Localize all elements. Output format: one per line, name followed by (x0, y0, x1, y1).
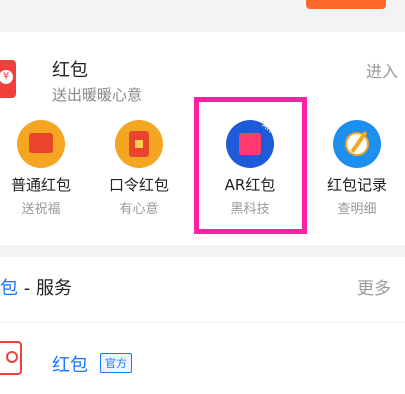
yuan-coin-icon: ¥ (0, 70, 13, 84)
services-title: 包 - 服务 (0, 274, 72, 300)
pen-icon (350, 131, 368, 153)
password-hongbao-sub: 有心意 (119, 202, 159, 217)
coin-outline-icon (6, 351, 18, 363)
enter-link[interactable]: 进入 (366, 58, 398, 82)
section-title: 红包 (52, 60, 88, 81)
record-icon (333, 120, 381, 168)
password-hongbao-button[interactable]: 口令红包 有心意 (89, 120, 189, 217)
official-badge: 官方 (100, 353, 132, 373)
password-hongbao-icon (115, 120, 163, 168)
top-banner-edge (306, 0, 386, 9)
service-item-hongbao[interactable]: 红包 (52, 351, 88, 377)
password-hongbao-label: 口令红包 (108, 176, 169, 194)
hongbao-icon: ¥ (0, 60, 16, 98)
normal-hongbao-label: 普通红包 (10, 176, 71, 194)
section-subtitle: 送出暖暖心意 (52, 86, 143, 104)
highlight-box (194, 97, 307, 234)
more-link[interactable]: 更多 (357, 274, 391, 299)
services-title-rest: - 服务 (18, 278, 72, 299)
record-sub: 查明细 (337, 202, 377, 217)
section-divider (0, 245, 405, 257)
record-button[interactable]: 红包记录 查明细 (307, 120, 405, 217)
record-label: 红包记录 (326, 176, 387, 194)
normal-hongbao-icon (17, 120, 65, 168)
normal-hongbao-button[interactable]: 普通红包 送祝福 (0, 120, 91, 217)
normal-hongbao-sub: 送祝福 (21, 202, 61, 217)
hongbao-service-icon (0, 341, 22, 375)
services-title-prefix: 包 (0, 278, 18, 299)
row-divider (0, 322, 405, 323)
